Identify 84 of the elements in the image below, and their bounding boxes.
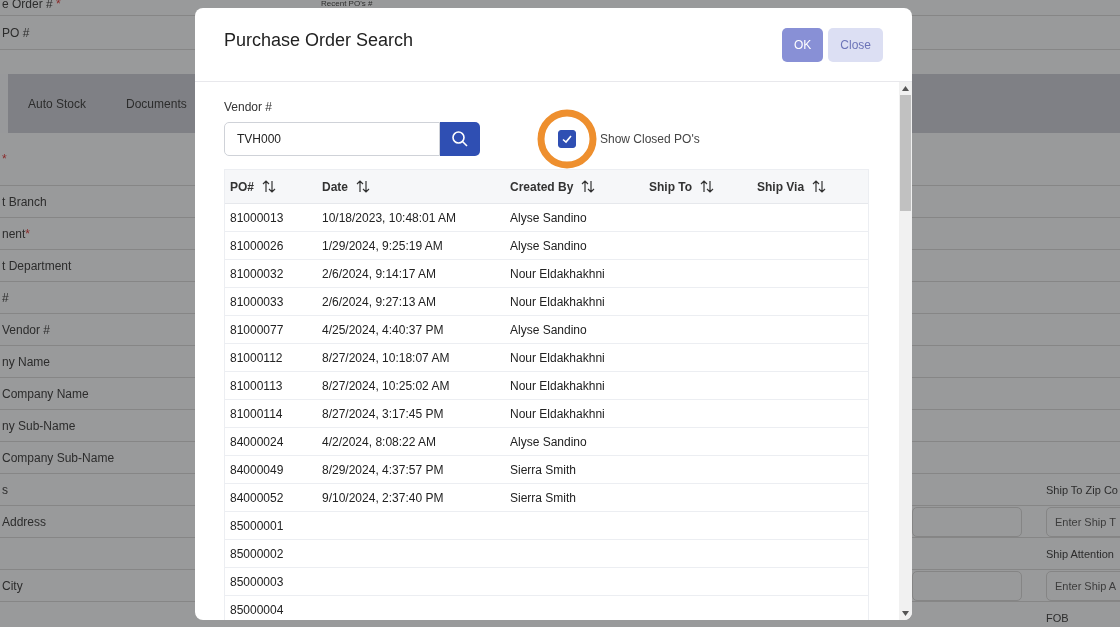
field-label: FOB bbox=[1046, 611, 1069, 624]
field-label: s bbox=[1, 482, 8, 497]
field-label: # bbox=[1, 290, 9, 305]
sort-icon[interactable] bbox=[812, 180, 827, 193]
vendor-field[interactable]: TVH000 bbox=[224, 122, 440, 156]
field-label: t Department bbox=[1, 258, 72, 273]
input-field[interactable] bbox=[912, 570, 1022, 601]
sort-icon[interactable] bbox=[581, 180, 596, 193]
field-label: Ship Attention bbox=[1046, 547, 1114, 560]
field-label: ny Name bbox=[1, 354, 51, 369]
input-field[interactable]: Enter Ship T bbox=[1046, 506, 1120, 537]
field-label: ny Sub-Name bbox=[1, 418, 76, 433]
scrollbar[interactable] bbox=[899, 82, 912, 620]
sort-icon[interactable] bbox=[356, 180, 370, 193]
table-cell: Alyse Sandino bbox=[510, 322, 587, 337]
table-cell: Nour Eldakhakhni bbox=[510, 266, 605, 281]
field-label: Recent PO's # bbox=[321, 0, 373, 8]
scroll-down-icon[interactable] bbox=[902, 611, 909, 616]
table-cell: 4/25/2024, 4:40:37 PM bbox=[322, 322, 444, 337]
dialog-title: Purchase Order Search bbox=[224, 30, 414, 51]
table-cell: 81000077 bbox=[230, 322, 284, 337]
table-cell: Sierra Smith bbox=[510, 490, 577, 505]
table-cell: 81000113 bbox=[230, 378, 283, 393]
table-cell: Nour Eldakhakhni bbox=[510, 406, 605, 421]
search-icon bbox=[451, 130, 469, 148]
table-cell: 85000001 bbox=[230, 518, 284, 533]
table-cell: 81000032 bbox=[230, 266, 284, 281]
column-header[interactable]: Date bbox=[322, 179, 348, 194]
checkbox-label: Show Closed PO's bbox=[600, 132, 700, 146]
field-label: t Branch bbox=[1, 194, 47, 209]
column-header[interactable]: Ship To bbox=[649, 179, 693, 194]
table-cell: 81000112 bbox=[230, 350, 283, 365]
table-cell: 8/27/2024, 3:17:45 PM bbox=[322, 406, 444, 421]
field-label: City bbox=[1, 578, 23, 593]
table-cell: 1/29/2024, 9:25:19 AM bbox=[322, 238, 443, 253]
table-cell: Nour Eldakhakhni bbox=[510, 294, 605, 309]
table-cell: Sierra Smith bbox=[510, 462, 577, 477]
field-label: nent* bbox=[1, 226, 31, 241]
sort-icon[interactable] bbox=[700, 180, 715, 193]
table-cell: 8/29/2024, 4:37:57 PM bbox=[322, 462, 444, 477]
table-cell: 81000033 bbox=[230, 294, 284, 309]
table-cell: 85000004 bbox=[230, 602, 284, 617]
search-button[interactable] bbox=[440, 122, 480, 156]
table-cell: 84000024 bbox=[230, 434, 284, 449]
field-label: PO # bbox=[1, 25, 30, 40]
field-label: e Order # * bbox=[1, 0, 61, 11]
field-label: Company Name bbox=[1, 386, 89, 401]
highlight-ring bbox=[535, 107, 599, 171]
field-label: Company Sub-Name bbox=[1, 450, 115, 465]
column-header[interactable]: Ship Via bbox=[757, 179, 805, 194]
table-cell: 2/6/2024, 9:14:17 AM bbox=[322, 266, 437, 281]
scrollbar-thumb[interactable] bbox=[900, 95, 911, 211]
field-label: Vendor # bbox=[1, 322, 51, 337]
table-cell: 81000013 bbox=[230, 210, 284, 225]
field-label: * bbox=[1, 152, 7, 166]
tab[interactable]: Auto Stock bbox=[8, 74, 107, 133]
table-cell: 84000052 bbox=[230, 490, 284, 505]
sort-icon[interactable] bbox=[262, 180, 276, 193]
table-cell: 8/27/2024, 10:18:07 AM bbox=[322, 350, 450, 365]
scroll-up-icon[interactable] bbox=[902, 86, 909, 91]
checkbox[interactable] bbox=[558, 130, 576, 148]
table-cell: Alyse Sandino bbox=[510, 434, 587, 449]
table-cell: 84000049 bbox=[230, 462, 284, 477]
table-cell: 10/18/2023, 10:48:01 AM bbox=[322, 210, 457, 225]
column-header[interactable]: PO# bbox=[230, 179, 254, 194]
table-cell: 9/10/2024, 2:37:40 PM bbox=[322, 490, 444, 505]
table-cell: Nour Eldakhakhni bbox=[510, 378, 605, 393]
field-label: Ship To Zip Co bbox=[1046, 483, 1118, 496]
table-cell: Alyse Sandino bbox=[510, 238, 587, 253]
table-cell: Alyse Sandino bbox=[510, 210, 587, 225]
table-cell: 81000114 bbox=[230, 406, 283, 421]
field-label: Vendor # bbox=[224, 100, 274, 114]
check-icon bbox=[561, 133, 573, 145]
table-cell: Nour Eldakhakhni bbox=[510, 350, 605, 365]
input-field[interactable] bbox=[912, 506, 1022, 537]
table-cell: 85000002 bbox=[230, 546, 284, 561]
table-cell: 2/6/2024, 9:27:13 AM bbox=[322, 294, 437, 309]
column-header[interactable]: Created By bbox=[510, 179, 574, 194]
table-cell: 81000026 bbox=[230, 238, 284, 253]
field-label: Address bbox=[1, 514, 47, 529]
table-cell: 85000003 bbox=[230, 574, 284, 589]
table-cell: 8/27/2024, 10:25:02 AM bbox=[322, 378, 450, 393]
input-field[interactable]: Enter Ship A bbox=[1046, 570, 1120, 601]
table-cell: 4/2/2024, 8:08:22 AM bbox=[322, 434, 437, 449]
